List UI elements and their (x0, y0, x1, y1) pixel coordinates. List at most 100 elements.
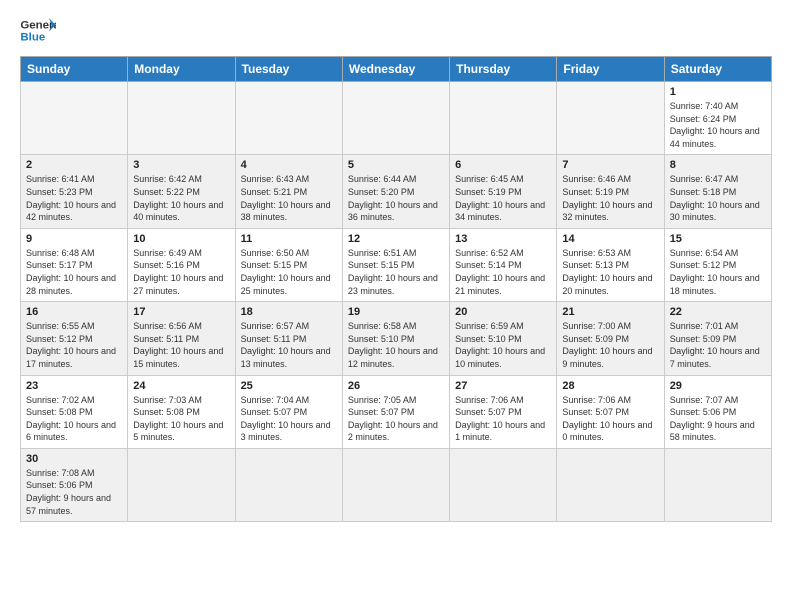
day-cell (450, 82, 557, 155)
day-info: Sunrise: 7:08 AM Sunset: 5:06 PM Dayligh… (26, 467, 122, 517)
calendar-table: SundayMondayTuesdayWednesdayThursdayFrid… (20, 56, 772, 522)
day-number: 12 (348, 233, 444, 245)
day-number: 27 (455, 380, 551, 392)
header: General Blue (20, 16, 772, 46)
day-cell: 10Sunrise: 6:49 AM Sunset: 5:16 PM Dayli… (128, 228, 235, 301)
day-info: Sunrise: 6:57 AM Sunset: 5:11 PM Dayligh… (241, 320, 337, 370)
day-number: 23 (26, 380, 122, 392)
col-header-monday: Monday (128, 57, 235, 82)
day-cell (664, 448, 771, 521)
day-info: Sunrise: 6:51 AM Sunset: 5:15 PM Dayligh… (348, 247, 444, 297)
day-info: Sunrise: 6:49 AM Sunset: 5:16 PM Dayligh… (133, 247, 229, 297)
day-info: Sunrise: 6:58 AM Sunset: 5:10 PM Dayligh… (348, 320, 444, 370)
day-cell: 17Sunrise: 6:56 AM Sunset: 5:11 PM Dayli… (128, 302, 235, 375)
day-cell: 18 Sunrise: 6:57 AM Sunset: 5:11 PM Dayli… (235, 302, 342, 375)
day-cell (557, 448, 664, 521)
day-number: 1 (670, 86, 766, 98)
day-number: 13 (455, 233, 551, 245)
day-number: 22 (670, 306, 766, 318)
week-row-0: 1 Sunrise: 7:40 AM Sunset: 6:24 PM Daylig… (21, 82, 772, 155)
day-cell: 16 Sunrise: 6:55 AM Sunset: 5:12 PM Dayli… (21, 302, 128, 375)
day-info: Sunrise: 7:07 AM Sunset: 5:06 PM Dayligh… (670, 394, 766, 444)
day-cell: 13 Sunrise: 6:52 AM Sunset: 5:14 PM Dayli… (450, 228, 557, 301)
day-info: Sunrise: 6:42 AM Sunset: 5:22 PM Dayligh… (133, 173, 229, 223)
week-row-5: 30 Sunrise: 7:08 AM Sunset: 5:06 PM Dayli… (21, 448, 772, 521)
day-number: 11 (241, 233, 337, 245)
day-cell (235, 82, 342, 155)
week-row-3: 16 Sunrise: 6:55 AM Sunset: 5:12 PM Dayli… (21, 302, 772, 375)
day-number: 16 (26, 306, 122, 318)
day-cell: 24 Sunrise: 7:03 AM Sunset: 5:08 PM Dayli… (128, 375, 235, 448)
day-cell: 2 Sunrise: 6:41 AM Sunset: 5:23 PM Daylig… (21, 155, 128, 228)
day-cell (128, 448, 235, 521)
day-cell: 21 Sunrise: 7:00 AM Sunset: 5:09 PM Dayli… (557, 302, 664, 375)
day-info: Sunrise: 6:43 AM Sunset: 5:21 PM Dayligh… (241, 173, 337, 223)
day-number: 4 (241, 159, 337, 171)
col-header-thursday: Thursday (450, 57, 557, 82)
day-cell: 22Sunrise: 7:01 AM Sunset: 5:09 PM Dayli… (664, 302, 771, 375)
day-info: Sunrise: 6:54 AM Sunset: 5:12 PM Dayligh… (670, 247, 766, 297)
day-cell (342, 82, 449, 155)
day-number: 8 (670, 159, 766, 171)
day-info: Sunrise: 7:03 AM Sunset: 5:08 PM Dayligh… (133, 394, 229, 444)
day-cell: 11 Sunrise: 6:50 AM Sunset: 5:15 PM Dayli… (235, 228, 342, 301)
day-info: Sunrise: 7:00 AM Sunset: 5:09 PM Dayligh… (562, 320, 658, 370)
day-number: 17 (133, 306, 229, 318)
day-number: 18 (241, 306, 337, 318)
day-cell: 5 Sunrise: 6:44 AM Sunset: 5:20 PM Daylig… (342, 155, 449, 228)
day-number: 6 (455, 159, 551, 171)
day-number: 9 (26, 233, 122, 245)
day-cell (128, 82, 235, 155)
day-number: 2 (26, 159, 122, 171)
page: General Blue SundayMondayTuesdayWednesda… (0, 0, 792, 532)
day-info: Sunrise: 6:53 AM Sunset: 5:13 PM Dayligh… (562, 247, 658, 297)
week-row-2: 9 Sunrise: 6:48 AM Sunset: 5:17 PM Daylig… (21, 228, 772, 301)
day-info: Sunrise: 7:05 AM Sunset: 5:07 PM Dayligh… (348, 394, 444, 444)
day-info: Sunrise: 6:41 AM Sunset: 5:23 PM Dayligh… (26, 173, 122, 223)
col-header-tuesday: Tuesday (235, 57, 342, 82)
day-cell (450, 448, 557, 521)
day-info: Sunrise: 7:06 AM Sunset: 5:07 PM Dayligh… (562, 394, 658, 444)
day-cell: 19Sunrise: 6:58 AM Sunset: 5:10 PM Dayli… (342, 302, 449, 375)
day-number: 21 (562, 306, 658, 318)
day-cell: 28Sunrise: 7:06 AM Sunset: 5:07 PM Dayli… (557, 375, 664, 448)
day-info: Sunrise: 6:52 AM Sunset: 5:14 PM Dayligh… (455, 247, 551, 297)
day-cell (235, 448, 342, 521)
day-info: Sunrise: 7:06 AM Sunset: 5:07 PM Dayligh… (455, 394, 551, 444)
day-cell: 6Sunrise: 6:45 AM Sunset: 5:19 PM Daylig… (450, 155, 557, 228)
day-cell: 23Sunrise: 7:02 AM Sunset: 5:08 PM Dayli… (21, 375, 128, 448)
day-number: 5 (348, 159, 444, 171)
col-header-sunday: Sunday (21, 57, 128, 82)
header-row: SundayMondayTuesdayWednesdayThursdayFrid… (21, 57, 772, 82)
day-info: Sunrise: 7:04 AM Sunset: 5:07 PM Dayligh… (241, 394, 337, 444)
day-cell: 20 Sunrise: 6:59 AM Sunset: 5:10 PM Dayli… (450, 302, 557, 375)
day-info: Sunrise: 7:40 AM Sunset: 6:24 PM Dayligh… (670, 100, 766, 150)
day-info: Sunrise: 6:47 AM Sunset: 5:18 PM Dayligh… (670, 173, 766, 223)
day-info: Sunrise: 6:44 AM Sunset: 5:20 PM Dayligh… (348, 173, 444, 223)
day-cell: 14 Sunrise: 6:53 AM Sunset: 5:13 PM Dayli… (557, 228, 664, 301)
week-row-4: 23Sunrise: 7:02 AM Sunset: 5:08 PM Dayli… (21, 375, 772, 448)
day-number: 20 (455, 306, 551, 318)
day-number: 26 (348, 380, 444, 392)
day-number: 29 (670, 380, 766, 392)
day-cell (557, 82, 664, 155)
day-number: 30 (26, 453, 122, 465)
day-cell: 3 Sunrise: 6:42 AM Sunset: 5:22 PM Daylig… (128, 155, 235, 228)
day-cell (21, 82, 128, 155)
day-number: 24 (133, 380, 229, 392)
col-header-friday: Friday (557, 57, 664, 82)
day-cell: 27 Sunrise: 7:06 AM Sunset: 5:07 PM Dayli… (450, 375, 557, 448)
day-info: Sunrise: 6:48 AM Sunset: 5:17 PM Dayligh… (26, 247, 122, 297)
day-number: 3 (133, 159, 229, 171)
day-cell: 4 Sunrise: 6:43 AM Sunset: 5:21 PM Daylig… (235, 155, 342, 228)
day-number: 14 (562, 233, 658, 245)
day-info: Sunrise: 6:55 AM Sunset: 5:12 PM Dayligh… (26, 320, 122, 370)
day-cell: 15 Sunrise: 6:54 AM Sunset: 5:12 PM Dayli… (664, 228, 771, 301)
day-number: 15 (670, 233, 766, 245)
day-info: Sunrise: 6:50 AM Sunset: 5:15 PM Dayligh… (241, 247, 337, 297)
day-cell: 12 Sunrise: 6:51 AM Sunset: 5:15 PM Dayli… (342, 228, 449, 301)
day-cell: 26 Sunrise: 7:05 AM Sunset: 5:07 PM Dayli… (342, 375, 449, 448)
day-info: Sunrise: 6:59 AM Sunset: 5:10 PM Dayligh… (455, 320, 551, 370)
week-row-1: 2 Sunrise: 6:41 AM Sunset: 5:23 PM Daylig… (21, 155, 772, 228)
day-cell: 25Sunrise: 7:04 AM Sunset: 5:07 PM Dayli… (235, 375, 342, 448)
